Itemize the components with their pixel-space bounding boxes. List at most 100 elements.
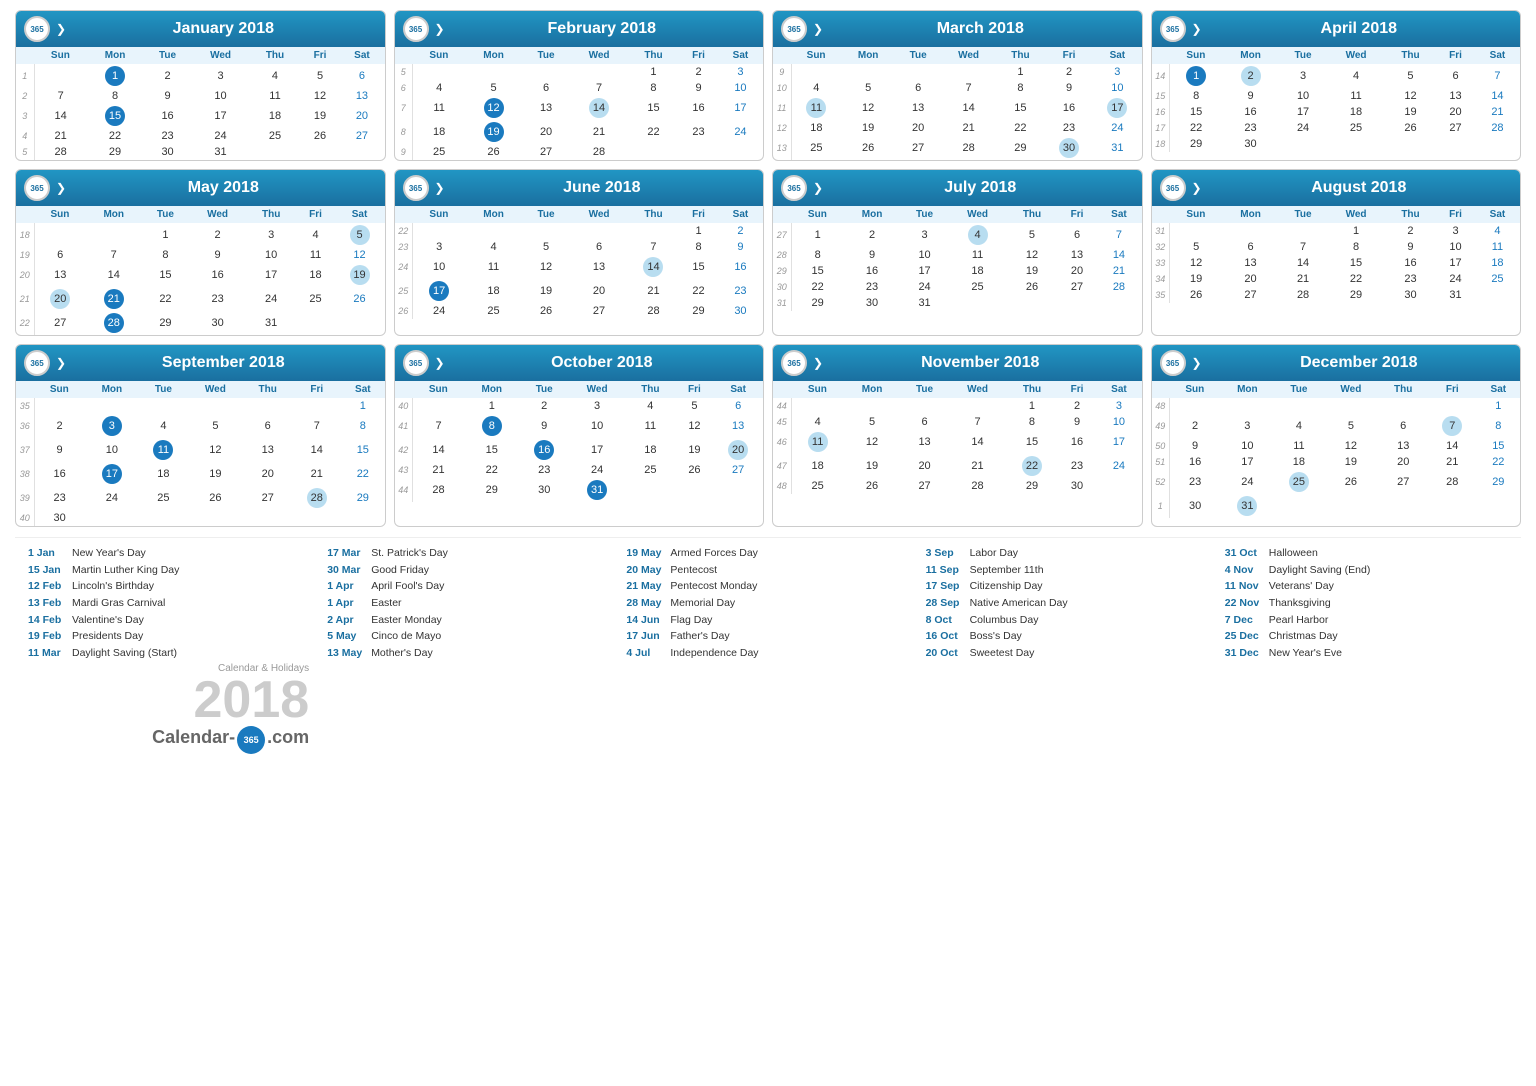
holiday-name: April Fool's Day: [371, 579, 444, 594]
day-header-Mon: Mon: [464, 381, 519, 398]
calendar-day: 2: [143, 64, 192, 88]
calendar-day: 28: [1428, 470, 1477, 494]
holiday-date: 4 Jul: [626, 646, 666, 661]
calendar-day: 15: [464, 438, 519, 462]
day-header-Wed: Wed: [1323, 381, 1378, 398]
day-header-Mon: Mon: [1222, 47, 1279, 64]
week-number: 26: [395, 303, 413, 319]
day-header-Sat: Sat: [339, 47, 384, 64]
calendar-day: 4: [625, 398, 675, 414]
calendar-day: 26: [676, 462, 714, 478]
day-header-Fri: Fri: [679, 206, 718, 223]
calendar-day: [522, 64, 571, 80]
calendar-day: 11: [249, 88, 300, 104]
week-number: 40: [16, 510, 34, 526]
holiday-name: Easter: [371, 596, 401, 611]
calendar-day: [243, 510, 292, 526]
calendar-day: 18: [297, 263, 335, 287]
calendar-day: 21: [413, 462, 465, 478]
calendar-day: [628, 144, 679, 160]
calendar-day: 1: [679, 223, 718, 239]
day-header-Fri: Fri: [301, 47, 340, 64]
calendar-day: [949, 398, 1006, 414]
calendar-day: 27: [1436, 120, 1475, 136]
calendar-day: 23: [519, 462, 569, 478]
table-row: 509101112131415: [1152, 438, 1521, 454]
month-card-1: 365❯February 2018SunMonTueWedThuFriSat51…: [394, 10, 765, 161]
calendar-day: [522, 223, 571, 239]
day-header-Fri: Fri: [1436, 206, 1475, 223]
holiday-date: 20 May: [626, 563, 666, 578]
calendar-day: 22: [87, 128, 144, 144]
calendar-day: [1323, 494, 1378, 518]
calendar-day: [85, 510, 139, 526]
holiday-date: 14 Feb: [28, 613, 68, 628]
day-header-Tue: Tue: [519, 381, 569, 398]
day-header-Fri: Fri: [1058, 206, 1097, 223]
calendar-day: 20: [895, 120, 941, 136]
table-row: 222728293031: [16, 311, 385, 335]
calendar-day: 20: [522, 120, 571, 144]
calendar-day: [1096, 295, 1141, 311]
calendar-day: 10: [1096, 414, 1141, 430]
calendar-day: 30: [34, 510, 85, 526]
calendar-day: 12: [844, 430, 901, 454]
calendar-day: 21: [1475, 104, 1520, 120]
calendar-day: 19: [465, 120, 522, 144]
calendar-day: 31: [1436, 287, 1475, 303]
calendar-day: 25: [249, 128, 300, 144]
holiday-name: Flag Day: [670, 613, 712, 628]
holiday-date: 19 Feb: [28, 629, 68, 644]
calendar-day: 11: [791, 96, 841, 120]
day-header-Wed: Wed: [941, 47, 996, 64]
calendar-day: 25: [949, 279, 1006, 295]
calendar-day: 17: [413, 279, 466, 303]
calendar-day: [1058, 295, 1097, 311]
calendar-day: 28: [34, 144, 87, 160]
day-header-Thu: Thu: [1385, 47, 1436, 64]
calendar-day: 17: [246, 263, 297, 287]
calendar-day: 14: [1279, 255, 1328, 271]
week-number: 5: [16, 144, 34, 160]
branding-col: Calendar & Holidays2018Calendar-365.com: [20, 663, 319, 754]
calendar-day: 11: [625, 414, 675, 438]
calendar-day: 20: [1378, 454, 1427, 470]
calendar-day: 22: [791, 279, 844, 295]
calendar-day: 11: [1275, 438, 1324, 454]
holiday-name: Mardi Gras Carnival: [72, 596, 165, 611]
holiday-date: 31 Oct: [1225, 546, 1265, 561]
table-row: 9123: [773, 64, 1142, 80]
calendar-day: 16: [1222, 104, 1279, 120]
calendar-day: 7: [949, 414, 1006, 430]
holiday-name: New Year's Eve: [1269, 646, 1342, 661]
week-number: 15: [1152, 88, 1170, 104]
calendar-day: [413, 64, 466, 80]
day-header-Fri: Fri: [679, 47, 718, 64]
calendar-day: 16: [1058, 430, 1097, 454]
calendar-day: [188, 398, 243, 414]
table-row: 925262728: [395, 144, 764, 160]
calendar-day: 2: [844, 223, 901, 247]
calendar-day: [34, 223, 86, 247]
calendar-day: 24: [1093, 120, 1141, 136]
holiday-name: Pentecost: [670, 563, 717, 578]
calendar-day: 13: [895, 96, 941, 120]
week-number: 35: [1152, 287, 1170, 303]
calendar-day: 24: [1436, 271, 1475, 287]
calendars-grid: 365❯January 2018SunMonTueWedThuFriSat112…: [15, 10, 1521, 527]
cal-table-2: SunMonTueWedThuFriSat9123104567891011111…: [773, 47, 1142, 160]
table-row: 2410111213141516: [395, 255, 764, 279]
cal-table-7: SunMonTueWedThuFriSat3112343256789101133…: [1152, 206, 1521, 303]
holiday-date: 11 Sep: [926, 563, 966, 578]
calendar-day: 29: [791, 295, 844, 311]
day-header-Thu: Thu: [1378, 381, 1427, 398]
day-header-Fri: Fri: [1058, 381, 1097, 398]
calendar-day: 8: [1006, 414, 1057, 430]
badge-365: 365: [24, 16, 50, 42]
month-card-9: 365❯October 2018SunMonTueWedThuFriSat401…: [394, 344, 765, 527]
week-number: 3: [16, 104, 34, 128]
calendar-day: 9: [519, 414, 569, 438]
day-header-Tue: Tue: [900, 206, 949, 223]
calendar-day: [243, 398, 292, 414]
calendar-day: 13: [900, 430, 949, 454]
